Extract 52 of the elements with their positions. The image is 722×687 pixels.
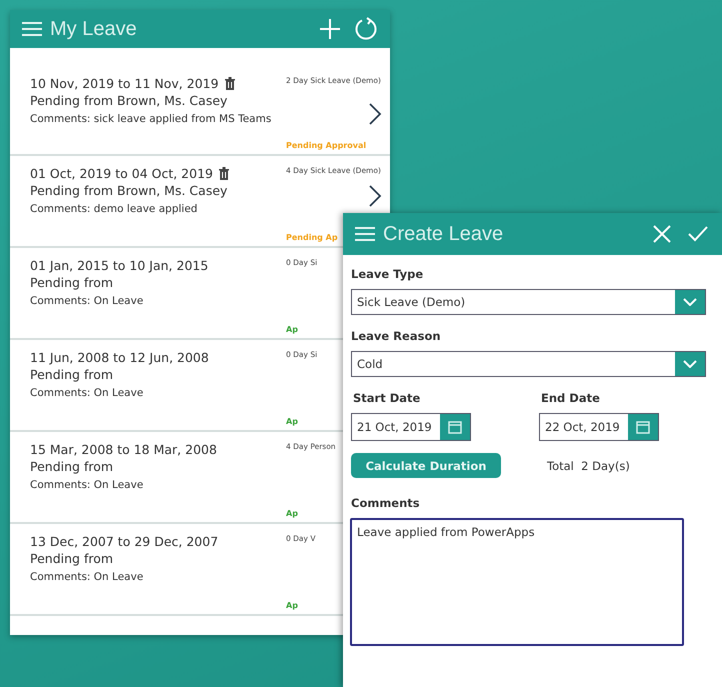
open-details-button[interactable] <box>368 184 382 208</box>
dropdown-field[interactable]: Sick Leave (Demo) <box>351 289 706 315</box>
calendar-icon <box>636 420 650 434</box>
status-text: Ap <box>286 325 298 334</box>
plus-icon <box>319 18 341 40</box>
comments-text: Comments: sick leave applied from MS Teams <box>30 113 272 125</box>
pending-from-text: Pending from <box>30 551 114 566</box>
status-text: Pending Ap <box>286 233 338 242</box>
chevron-right-icon <box>368 102 382 126</box>
calendar-icon <box>448 420 462 434</box>
date-range: 15 Mar, 2008 to 18 Mar, 2008 <box>30 442 217 457</box>
comments-text: Comments: On Leave <box>30 571 144 583</box>
status-text: Ap <box>286 601 298 610</box>
status-text: Ap <box>286 509 298 518</box>
open-details-button[interactable] <box>368 102 382 126</box>
date-range: 11 Jun, 2008 to 12 Jun, 2008 <box>30 350 209 365</box>
trash-icon[interactable] <box>224 77 235 90</box>
date-field[interactable]: 21 Oct, 2019 <box>351 413 471 441</box>
date-range: 01 Jan, 2015 to 10 Jan, 2015 <box>30 258 208 273</box>
comments-text: Comments: On Leave <box>30 387 144 399</box>
status-text: Pending Approval <box>286 141 366 150</box>
chevron-down-icon <box>683 360 697 368</box>
chevron-down-icon <box>683 298 697 306</box>
status-text: Ap <box>286 417 298 426</box>
pending-from-text: Pending from <box>30 459 114 474</box>
date-field[interactable]: 22 Oct, 2019 <box>539 413 659 441</box>
comments-text: Comments: demo leave applied <box>30 203 198 215</box>
checkmark-icon <box>688 226 708 242</box>
total-duration-text: Total 2 Day(s) <box>547 458 630 472</box>
window-title: My Leave <box>50 18 138 40</box>
pending-from-text: Pending from <box>30 367 114 382</box>
pending-from-text: Pending from <box>30 275 114 290</box>
chevron-right-icon <box>368 184 382 208</box>
date-range: 01 Oct, 2019 to 04 Oct, 2019 <box>30 166 213 181</box>
calendar-button[interactable] <box>440 414 470 440</box>
date-range: 10 Nov, 2019 to 11 Nov, 2019 <box>30 76 219 91</box>
refresh-icon <box>354 17 378 41</box>
comments-text: Comments: On Leave <box>30 295 144 307</box>
comments-text: Comments: On Leave <box>30 479 144 491</box>
trash-icon[interactable] <box>219 167 229 180</box>
comments-field[interactable]: Leave applied from PowerApps <box>350 518 684 646</box>
dropdown-caret-button[interactable] <box>675 352 705 376</box>
dropdown-caret-button[interactable] <box>675 290 705 314</box>
menu-icon[interactable] <box>355 227 375 241</box>
menu-icon[interactable] <box>22 22 42 36</box>
calendar-button[interactable] <box>628 414 658 440</box>
date-range: 13 Dec, 2007 to 29 Dec, 2007 <box>30 534 218 549</box>
pending-from-text: Pending from Brown, Ms. Casey <box>30 183 228 198</box>
dropdown-field[interactable]: Cold <box>351 351 706 377</box>
pending-from-text: Pending from Brown, Ms. Casey <box>30 93 228 108</box>
close-icon <box>653 225 671 243</box>
field-label: End Date <box>541 391 601 405</box>
